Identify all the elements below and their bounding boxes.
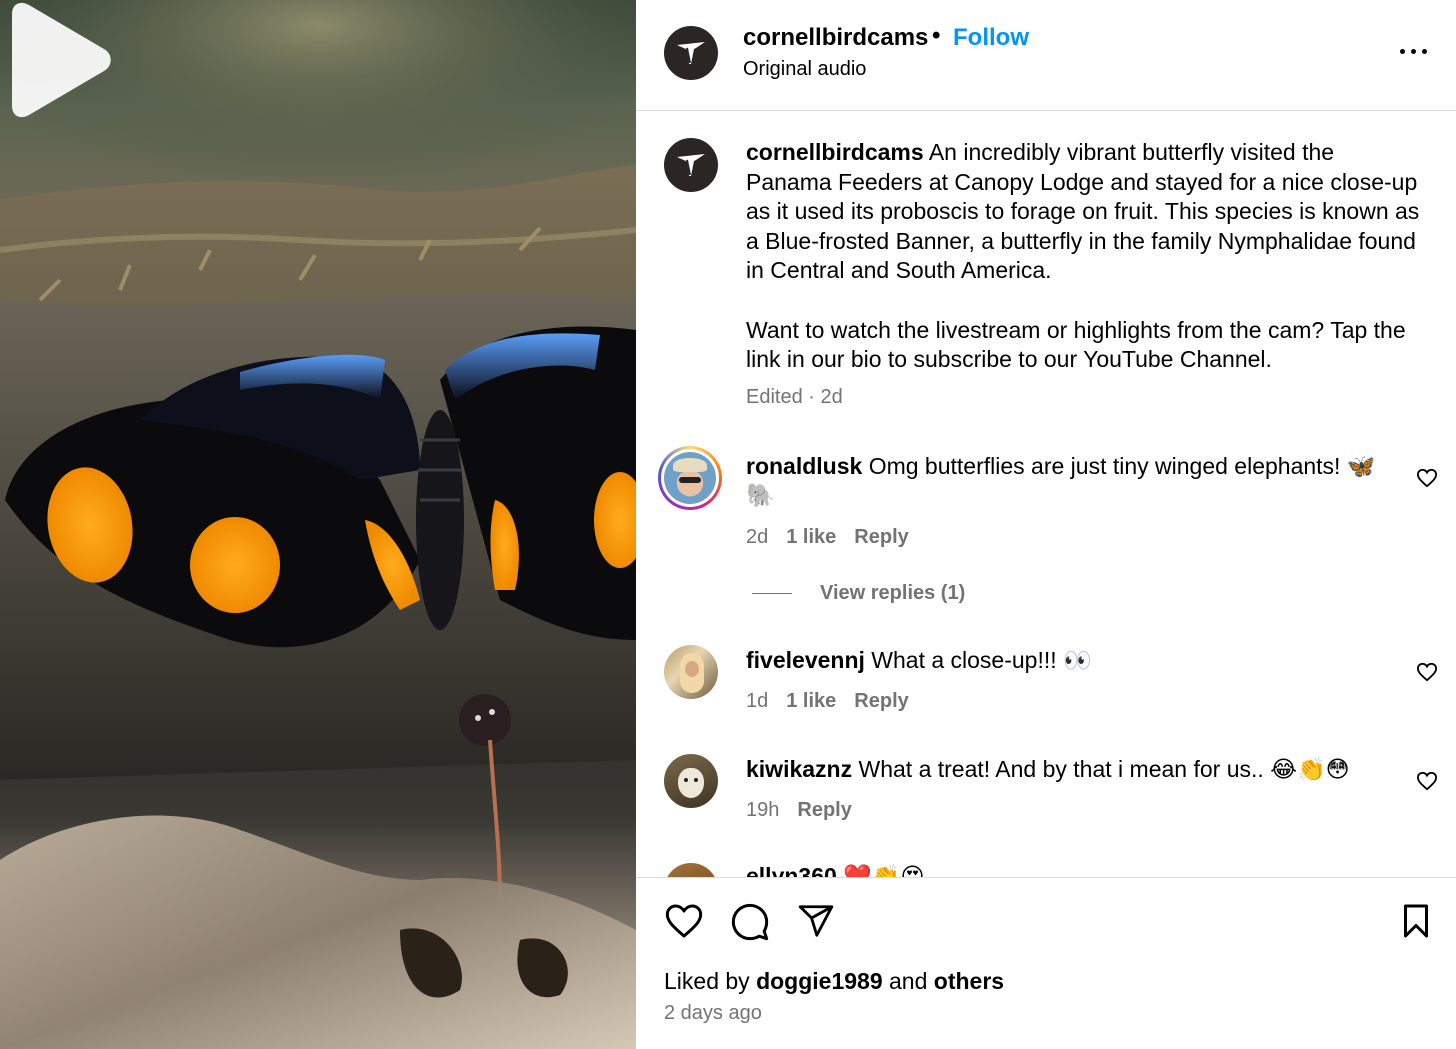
comment-username[interactable]: ellyn360 — [746, 863, 837, 877]
comment-meta: 2d 1 like Reply — [746, 526, 909, 549]
comments-scroll-area[interactable]: cornellbirdcams An incredibly vibrant bu… — [636, 112, 1456, 877]
post-actions-bar: Liked by doggie1989 and others 2 days ag… — [636, 877, 1456, 1049]
comment-username[interactable]: fivelevennj — [746, 647, 865, 673]
liked-by: Liked by doggie1989 and others — [664, 968, 1004, 995]
post-timestamp[interactable]: 2 days ago — [664, 1002, 762, 1025]
follow-button[interactable]: Follow — [953, 24, 1029, 52]
comment-item: fivelevennj What a close-up!!! 👀 — [746, 646, 1386, 675]
heart-icon[interactable] — [664, 902, 704, 940]
comment-avatar-story-ring[interactable] — [658, 446, 722, 510]
caption-username[interactable]: cornellbirdcams — [746, 139, 924, 165]
post-username[interactable]: cornellbirdcams — [743, 24, 928, 52]
separator-dot: • — [932, 22, 941, 49]
liked-by-user[interactable]: doggie1989 — [756, 968, 883, 994]
play-icon[interactable] — [0, 0, 120, 120]
comment-time[interactable]: 19h — [746, 799, 779, 821]
comment-username[interactable]: ronaldlusk — [746, 453, 862, 479]
comment-likes[interactable]: 1 like — [786, 690, 836, 712]
caption-text-2: Want to watch the livestream or highligh… — [746, 316, 1406, 373]
comment-icon[interactable] — [730, 902, 770, 942]
comment-avatar[interactable] — [664, 754, 718, 808]
video-player[interactable] — [0, 0, 636, 1049]
heart-icon[interactable] — [1416, 771, 1438, 791]
comment-text: ❤️👏😍 — [843, 863, 925, 877]
heart-icon[interactable] — [1416, 468, 1438, 488]
comment-meta: 1d 1 like Reply — [746, 690, 909, 713]
comment-meta: 19h Reply — [746, 799, 852, 822]
liked-by-others[interactable]: others — [934, 968, 1004, 994]
reply-button[interactable]: Reply — [797, 799, 851, 821]
comment-item: ellyn360 ❤️👏😍 — [746, 862, 1386, 877]
bird-logo-icon — [677, 42, 705, 64]
liked-by-prefix: Liked by — [664, 968, 757, 994]
comment-time[interactable]: 2d — [746, 526, 768, 548]
heart-icon[interactable] — [1416, 662, 1438, 682]
liked-by-conjunction: and — [882, 968, 934, 994]
send-icon[interactable] — [796, 902, 836, 940]
caption-avatar[interactable] — [664, 138, 718, 192]
butterfly-video-frame — [0, 0, 636, 1049]
comment-text: What a treat! And by that i mean for us.… — [858, 756, 1350, 782]
reply-button[interactable]: Reply — [854, 526, 908, 548]
comment-time[interactable]: 1d — [746, 690, 768, 712]
post-caption: cornellbirdcams An incredibly vibrant bu… — [746, 138, 1426, 375]
audio-label[interactable]: Original audio — [743, 58, 866, 81]
reply-line — [752, 593, 792, 595]
post-details-pane: cornellbirdcams • Follow Original audio … — [636, 0, 1456, 1049]
bird-logo-icon — [677, 154, 705, 176]
view-replies-button[interactable]: View replies (1) — [752, 582, 965, 605]
comment-likes[interactable]: 1 like — [786, 526, 836, 548]
caption-meta: Edited · 2d — [746, 386, 843, 408]
more-options-icon[interactable] — [1400, 46, 1428, 58]
comment-item: kiwikaznz What a treat! And by that i me… — [746, 755, 1386, 784]
comment-text: What a close-up!!! 👀 — [871, 647, 1092, 673]
comment-username[interactable]: kiwikaznz — [746, 756, 852, 782]
comment-item: ronaldlusk Omg butterflies are just tiny… — [746, 452, 1386, 510]
comment-avatar[interactable] — [664, 863, 718, 877]
reply-button[interactable]: Reply — [854, 690, 908, 712]
comment-avatar[interactable] — [664, 645, 718, 699]
profile-avatar[interactable] — [664, 26, 718, 80]
view-replies-label: View replies (1) — [820, 582, 966, 604]
bookmark-icon[interactable] — [1398, 902, 1434, 940]
post-header: cornellbirdcams • Follow Original audio — [636, 0, 1456, 111]
